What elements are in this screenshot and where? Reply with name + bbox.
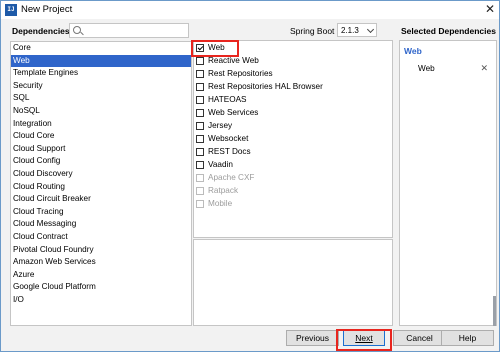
title-bar: IJ New Project ✕ xyxy=(1,1,499,19)
dependency-label: Ratpack xyxy=(208,186,239,195)
dependency-label: Jersey xyxy=(208,121,233,130)
category-item[interactable]: Cloud Messaging xyxy=(11,218,191,231)
web-highlight-annotation xyxy=(191,40,239,57)
checkbox[interactable] xyxy=(196,70,204,78)
dependency-checkbox-item: Ratpack xyxy=(194,184,392,197)
previous-button[interactable]: Previous xyxy=(286,330,339,346)
window-close-icon[interactable]: ✕ xyxy=(485,2,495,16)
dependency-checkbox-item[interactable]: Vaadin xyxy=(194,158,392,171)
chevron-down-icon xyxy=(366,25,375,34)
spring-boot-label: Spring Boot xyxy=(290,26,335,36)
category-item[interactable]: Cloud Routing xyxy=(11,181,191,194)
search-input[interactable] xyxy=(84,25,184,36)
dependency-checkbox-item[interactable]: Rest Repositories HAL Browser xyxy=(194,80,392,93)
dependency-label: Websocket xyxy=(208,134,249,143)
spring-boot-version-select[interactable]: 2.1.3 xyxy=(337,23,377,37)
dependency-label: Rest Repositories xyxy=(208,69,273,78)
dependency-checkbox-item[interactable]: HATEOAS xyxy=(194,93,392,106)
dependency-label: REST Docs xyxy=(208,147,251,156)
search-icon xyxy=(73,26,81,34)
checkbox[interactable] xyxy=(196,135,204,143)
close-icon[interactable]: ✕ xyxy=(480,63,488,74)
checkbox[interactable] xyxy=(196,122,204,130)
dependencies-heading: Dependencies xyxy=(12,26,70,36)
selected-item-web: Web xyxy=(418,64,435,73)
category-item[interactable]: Template Engines xyxy=(11,67,191,80)
category-item[interactable]: Integration xyxy=(11,118,191,131)
checkbox xyxy=(196,200,204,208)
category-item[interactable]: I/O xyxy=(11,294,191,307)
dependency-checkbox-item[interactable]: Jersey xyxy=(194,119,392,132)
dependency-label: Vaadin xyxy=(208,160,233,169)
window-title: New Project xyxy=(21,4,73,15)
category-item[interactable]: Cloud Config xyxy=(11,155,191,168)
help-button[interactable]: Help xyxy=(441,330,494,346)
selected-dependencies-list: Web Web ✕ xyxy=(399,40,497,341)
dependency-checkbox-item: Apache CXF xyxy=(194,171,392,184)
cancel-button[interactable]: Cancel xyxy=(393,330,446,346)
category-item[interactable]: Cloud Core xyxy=(11,130,191,143)
dependency-checkbox-item[interactable]: Rest Repositories xyxy=(194,67,392,80)
category-list: Core Web Template Engines Security SQL NoSQL I… xyxy=(10,41,192,326)
checkbox[interactable] xyxy=(196,96,204,104)
dependency-checkbox-list: Web Reactive Web Rest Repositories Rest Rep… xyxy=(193,40,393,238)
dependency-description-pane xyxy=(193,239,393,326)
category-item[interactable]: Cloud Discovery xyxy=(11,168,191,181)
checkbox xyxy=(196,187,204,195)
selected-group-label: Web xyxy=(404,46,422,56)
dependency-options-panel: Spring Boot 2.1.3 Web Reactive Web Rest Re… xyxy=(193,19,393,326)
category-item[interactable]: Azure xyxy=(11,269,191,282)
dependency-label: Mobile xyxy=(208,199,233,208)
checkbox[interactable] xyxy=(196,57,204,65)
dependency-checkbox-item[interactable]: Websocket xyxy=(194,132,392,145)
category-item[interactable]: Cloud Tracing xyxy=(11,206,191,219)
category-item[interactable]: Cloud Contract xyxy=(11,231,191,244)
intellij-app-icon: IJ xyxy=(5,4,17,16)
selected-dependencies-heading: Selected Dependencies xyxy=(401,26,496,36)
dependency-checkbox-item[interactable]: REST Docs xyxy=(194,145,392,158)
category-item[interactable]: SQL xyxy=(11,92,191,105)
new-project-dialog: IJ New Project ✕ Dependencies Core Web Tem… xyxy=(0,0,500,352)
dependency-label: Rest Repositories HAL Browser xyxy=(208,82,323,91)
dependency-checkbox-item[interactable]: Web Services xyxy=(194,106,392,119)
category-item[interactable]: Core xyxy=(11,42,191,55)
dependencies-panel: Dependencies Core Web Template Engines Secu… xyxy=(1,19,193,326)
search-box[interactable] xyxy=(69,23,189,38)
category-item[interactable]: Pivotal Cloud Foundry xyxy=(11,244,191,257)
dialog-body: Dependencies Core Web Template Engines Secu… xyxy=(1,19,499,341)
checkbox[interactable] xyxy=(196,109,204,117)
spring-boot-version-value: 2.1.3 xyxy=(341,26,359,35)
category-item[interactable]: Security xyxy=(11,80,191,93)
checkbox[interactable] xyxy=(196,83,204,91)
dependency-label: Web Services xyxy=(208,108,259,117)
category-item[interactable]: Amazon Web Services xyxy=(11,256,191,269)
previous-button-label: Previous xyxy=(295,333,330,343)
checkbox[interactable] xyxy=(196,161,204,169)
category-item[interactable]: NoSQL xyxy=(11,105,191,118)
category-item[interactable]: Cloud Circuit Breaker xyxy=(11,193,191,206)
help-button-label: Help xyxy=(458,333,477,343)
category-item[interactable]: Web xyxy=(11,54,191,68)
checkbox[interactable] xyxy=(196,148,204,156)
dependency-label: HATEOAS xyxy=(208,95,247,104)
category-item[interactable]: Cloud Support xyxy=(11,143,191,156)
cancel-button-label: Cancel xyxy=(406,333,433,343)
selected-dependencies-panel: Selected Dependencies Web Web ✕ xyxy=(394,19,499,341)
checkbox xyxy=(196,174,204,182)
dependencies-header: Dependencies xyxy=(1,19,193,41)
dependency-label: Reactive Web xyxy=(208,56,259,65)
next-highlight-annotation xyxy=(336,329,392,351)
dependency-label: Apache CXF xyxy=(208,173,255,182)
button-bar: Previous Next Cancel Help xyxy=(1,326,499,351)
dependency-checkbox-item: Mobile xyxy=(194,197,392,210)
category-item[interactable]: Google Cloud Platform xyxy=(11,281,191,294)
